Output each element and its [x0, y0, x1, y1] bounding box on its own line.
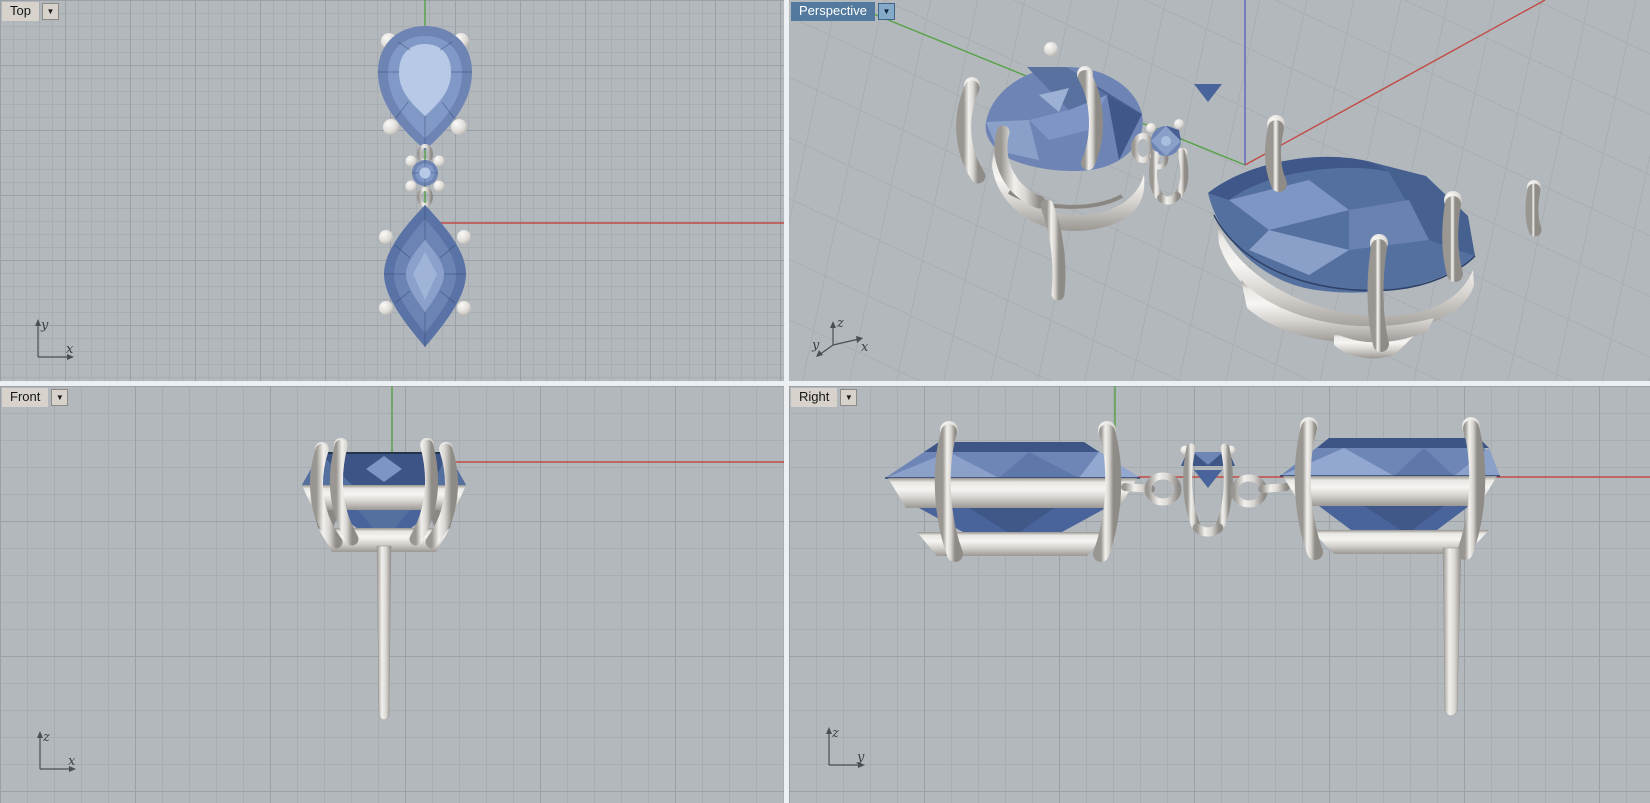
- viewport-perspective-scene: [858, 0, 1546, 359]
- viewport-right-scene: [885, 386, 1650, 717]
- axis-label-z: z: [836, 316, 844, 331]
- prong[interactable]: [433, 155, 445, 167]
- prong[interactable]: [405, 155, 417, 167]
- axis-label-x: x: [68, 754, 76, 769]
- round-gem-pavilion: [1194, 84, 1222, 102]
- axis-label-y: y: [856, 750, 865, 765]
- prong[interactable]: [1525, 183, 1542, 237]
- cplane-axis-indicator: z y: [826, 726, 865, 768]
- prong[interactable]: [1149, 151, 1165, 202]
- pear-stone-setting[interactable]: [378, 26, 472, 150]
- axis-label-z: z: [42, 730, 50, 745]
- viewport-menu-arrow-icon[interactable]: ▼: [41, 3, 59, 20]
- viewport-title-bar-right: Right ▼: [791, 388, 858, 407]
- prong[interactable]: [1442, 196, 1463, 282]
- viewport-top[interactable]: Top ▼ y x: [0, 0, 784, 381]
- basket-band[interactable]: [1283, 476, 1497, 506]
- viewport-menu-arrow-icon[interactable]: ▼: [840, 389, 858, 406]
- axis-label-x: x: [861, 340, 869, 355]
- jump-ring[interactable]: [1131, 133, 1155, 163]
- cplane-axis-indicator: z y x: [811, 316, 869, 357]
- ear-post[interactable]: [376, 545, 392, 721]
- x-axis-line: [1244, 0, 1546, 166]
- prong[interactable]: [451, 119, 467, 135]
- axis-label-y: y: [811, 338, 820, 353]
- viewport-title[interactable]: Top: [2, 2, 39, 21]
- viewport-title-bar-top: Top ▼: [2, 2, 59, 21]
- viewport-front[interactable]: Front ▼ z x: [0, 386, 784, 803]
- viewport-title-bar-front: Front ▼: [2, 388, 69, 407]
- viewport-menu-arrow-icon[interactable]: ▼: [51, 389, 69, 406]
- viewport-title[interactable]: Front: [2, 388, 49, 407]
- pear-stone-setting[interactable]: [956, 42, 1169, 301]
- prong[interactable]: [379, 230, 393, 244]
- basket-wire[interactable]: [1192, 523, 1224, 537]
- viewport-menu-arrow-icon[interactable]: ▼: [877, 3, 895, 20]
- viewport-title[interactable]: Right: [791, 388, 838, 407]
- cplane-axis-indicator: y x: [35, 318, 74, 360]
- marquise-stone-setting[interactable]: [1208, 115, 1542, 359]
- viewport-front-scene: [302, 386, 784, 721]
- connector-wire[interactable]: [1258, 483, 1290, 493]
- ear-post[interactable]: [1442, 547, 1462, 717]
- prong[interactable]: [956, 80, 986, 184]
- prong[interactable]: [1173, 148, 1189, 200]
- prong[interactable]: [457, 230, 471, 244]
- prong[interactable]: [433, 180, 445, 192]
- basket-band[interactable]: [302, 485, 466, 510]
- small-gem-pavilion[interactable]: [1194, 470, 1222, 488]
- prong[interactable]: [405, 180, 417, 192]
- middle-link-and-small-setting[interactable]: [1121, 443, 1290, 537]
- axis-label-z: z: [831, 726, 839, 741]
- cad-four-view-workspace: Top ▼ y x Perspective ▼ z y x Front ▼ z …: [0, 0, 1650, 803]
- prong[interactable]: [1174, 119, 1184, 129]
- basket-wire[interactable]: [1157, 192, 1181, 205]
- gem-table-edge: [1317, 438, 1489, 448]
- prong[interactable]: [1367, 239, 1389, 352]
- right-stone-setting-side[interactable]: [1280, 417, 1500, 717]
- axis-label-y: y: [40, 318, 49, 333]
- cplane-axis-indicator: z x: [37, 730, 76, 772]
- viewport-perspective[interactable]: Perspective ▼ z y x: [789, 0, 1650, 381]
- basket-band[interactable]: [888, 478, 1137, 508]
- prong[interactable]: [457, 301, 471, 315]
- prong[interactable]: [379, 301, 393, 315]
- viewport-top-scene: [378, 0, 784, 347]
- round-gem-table: [1161, 136, 1171, 146]
- viewport-right[interactable]: Right ▼ z y: [789, 386, 1650, 803]
- round-gem-table: [419, 167, 431, 179]
- axis-label-x: x: [66, 342, 74, 357]
- left-stone-setting-side[interactable]: [885, 421, 1140, 562]
- round-stone-setting[interactable]: [1146, 84, 1222, 205]
- ear-post[interactable]: [1040, 199, 1066, 301]
- viewport-title-bar-perspective: Perspective ▼: [791, 2, 895, 21]
- prong[interactable]: [1264, 120, 1287, 192]
- viewport-title[interactable]: Perspective: [791, 2, 875, 21]
- marquise-stone-setting[interactable]: [379, 205, 471, 347]
- prong[interactable]: [383, 119, 399, 135]
- stud-setting-front[interactable]: [302, 438, 466, 721]
